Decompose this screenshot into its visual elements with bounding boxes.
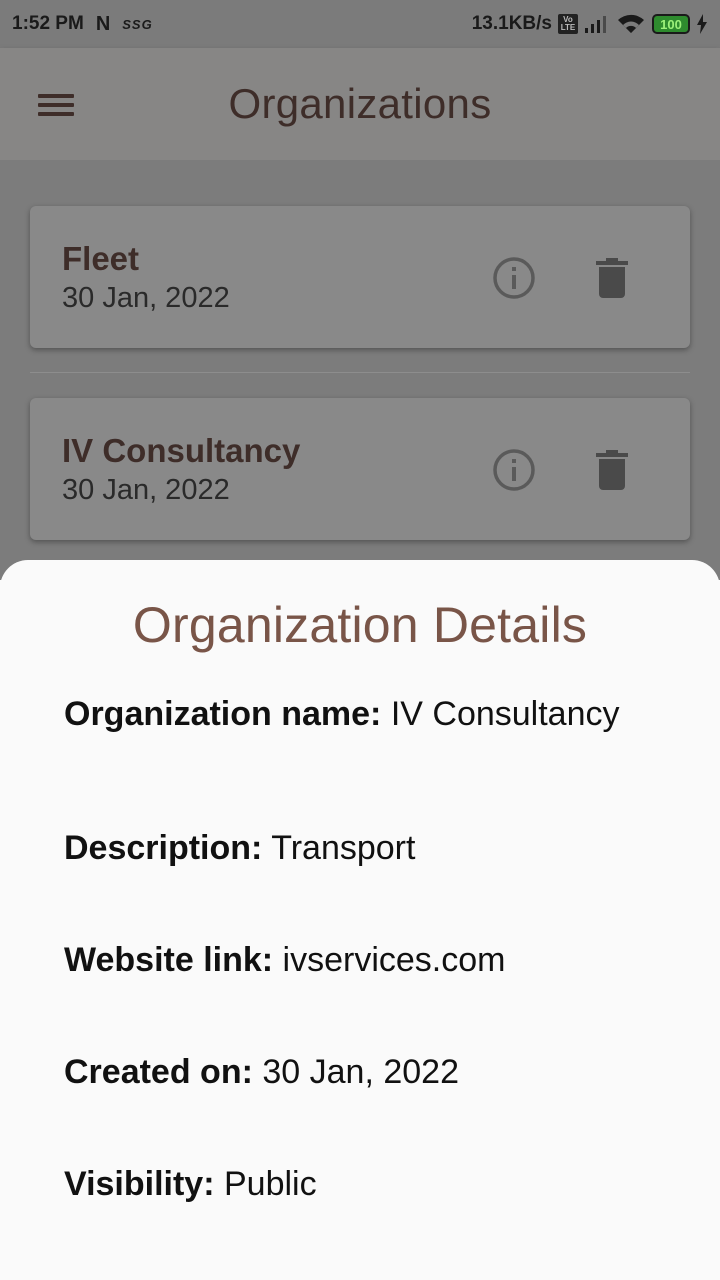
organization-date: 30 Jan, 2022 — [62, 282, 230, 314]
detail-value: Transport — [271, 829, 416, 867]
page-title: Organizations — [228, 80, 492, 127]
status-bar: 1:52 PM N SSG 13.1KB/s Vo LTE 100 — [0, 0, 720, 48]
notification-n-icon: N — [95, 12, 111, 35]
detail-label: Organization name: — [64, 695, 382, 733]
charging-icon — [697, 14, 707, 34]
detail-created-on: Created on: 30 Jan, 2022 — [64, 1050, 644, 1094]
detail-label: Website link: — [64, 941, 274, 979]
detail-value: ivservices.com — [282, 941, 506, 979]
organization-name: IV Consultancy — [62, 432, 301, 469]
status-time: 1:52 PM — [12, 13, 84, 34]
signal-icon — [585, 16, 606, 33]
organization-list: Fleet 30 Jan, 2022 IV Consultancy 30 Jan… — [0, 160, 720, 580]
info-icon[interactable] — [492, 256, 536, 300]
info-icon[interactable] — [492, 448, 536, 492]
sheet-title: Organization Details — [132, 597, 588, 653]
notification-ssg-icon: SSG — [122, 16, 153, 32]
delete-icon[interactable] — [596, 258, 628, 298]
list-divider — [30, 372, 690, 373]
detail-value: 30 Jan, 2022 — [262, 1053, 459, 1091]
organization-card[interactable]: Fleet 30 Jan, 2022 — [30, 206, 690, 348]
hamburger-menu-icon[interactable] — [38, 94, 74, 116]
detail-description: Description: Transport — [64, 826, 644, 870]
detail-website: Website link: ivservices.com — [64, 938, 644, 982]
organization-details-sheet: Organization Details Organization name: … — [0, 560, 720, 1280]
detail-label: Description: — [64, 829, 263, 867]
delete-icon[interactable] — [596, 450, 628, 490]
detail-value: IV Consultancy — [390, 695, 620, 733]
wifi-icon — [618, 14, 644, 33]
detail-visibility: Visibility: Public — [64, 1162, 644, 1206]
battery-icon: 100 — [652, 14, 690, 34]
volte-icon: Vo LTE — [558, 14, 578, 34]
organization-date: 30 Jan, 2022 — [62, 474, 230, 506]
organization-card[interactable]: IV Consultancy 30 Jan, 2022 — [30, 398, 690, 540]
app-bar: Organizations — [0, 48, 720, 160]
organization-name: Fleet — [62, 240, 140, 277]
detail-value: Public — [223, 1165, 317, 1203]
network-speed: 13.1KB/s — [471, 13, 552, 34]
detail-label: Visibility: — [64, 1165, 215, 1203]
detail-label: Created on: — [64, 1053, 253, 1091]
detail-organization-name: Organization name: IV Consultancy — [64, 692, 644, 736]
